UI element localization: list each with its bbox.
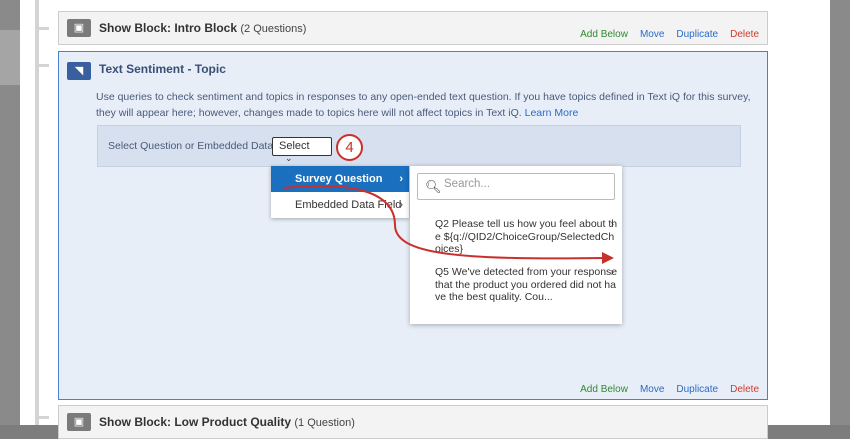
search-icon: 🔍︎ <box>425 179 442 194</box>
question-submenu: 🔍︎ Q2 Please tell us how you feel about … <box>410 166 622 324</box>
chevron-down-icon: ⌄ <box>285 153 293 163</box>
step-number-annotation: 4 <box>336 134 363 161</box>
question-item-q5[interactable]: Q5 We've detected from your response tha… <box>435 266 620 316</box>
flow-connector <box>39 64 49 67</box>
intro-block[interactable]: ▣ Show Block: Intro Block (2 Questions) … <box>58 11 768 45</box>
delete-link[interactable]: Delete <box>730 29 759 40</box>
search-input[interactable] <box>444 178 609 190</box>
cube-icon: ▣ <box>67 413 91 431</box>
search-field[interactable]: 🔍︎ <box>417 173 615 200</box>
rss-icon: ◥ <box>67 62 91 80</box>
block-description: Use queries to check sentiment and topic… <box>96 91 751 119</box>
backdrop-right <box>830 0 850 425</box>
backdrop-left <box>0 0 20 425</box>
menu-item-survey-question[interactable]: Survey Question › <box>271 166 409 192</box>
block-title: Text Sentiment - Topic <box>99 62 226 76</box>
question-count: (1 Question) <box>294 417 355 429</box>
flow-connector <box>39 27 49 30</box>
block-title: Show Block: Intro Block <box>99 21 238 35</box>
block-title: Show Block: Low Product Quality <box>99 415 292 429</box>
chevron-right-icon: › <box>399 173 403 185</box>
add-below-link[interactable]: Add Below <box>580 384 628 395</box>
move-link[interactable]: Move <box>640 29 664 40</box>
flow-connector <box>39 416 49 419</box>
duplicate-link[interactable]: Duplicate <box>676 384 718 395</box>
learn-more-link[interactable]: Learn More <box>525 107 579 119</box>
select-label: Select Question or Embedded Data <box>108 140 274 152</box>
source-menu: Survey Question › Embedded Data Field › <box>271 166 409 218</box>
low-quality-block[interactable]: ▣ Show Block: Low Product Quality (1 Que… <box>58 405 768 439</box>
question-item-q2[interactable]: Q2 Please tell us how you feel about the… <box>435 218 620 256</box>
cube-icon: ▣ <box>67 19 91 37</box>
select-bar: Select Question or Embedded Data Select … <box>97 125 741 167</box>
move-link[interactable]: Move <box>640 384 664 395</box>
chevron-right-icon: › <box>399 199 403 211</box>
question-count: (2 Questions) <box>240 23 307 35</box>
chevron-right-icon: › <box>610 218 615 230</box>
add-below-link[interactable]: Add Below <box>580 29 628 40</box>
menu-item-embedded-data[interactable]: Embedded Data Field › <box>271 192 409 218</box>
select-dropdown[interactable]: Select ⌄ <box>272 137 332 163</box>
duplicate-link[interactable]: Duplicate <box>676 29 718 40</box>
delete-link[interactable]: Delete <box>730 384 759 395</box>
chevron-right-icon: › <box>610 266 615 278</box>
